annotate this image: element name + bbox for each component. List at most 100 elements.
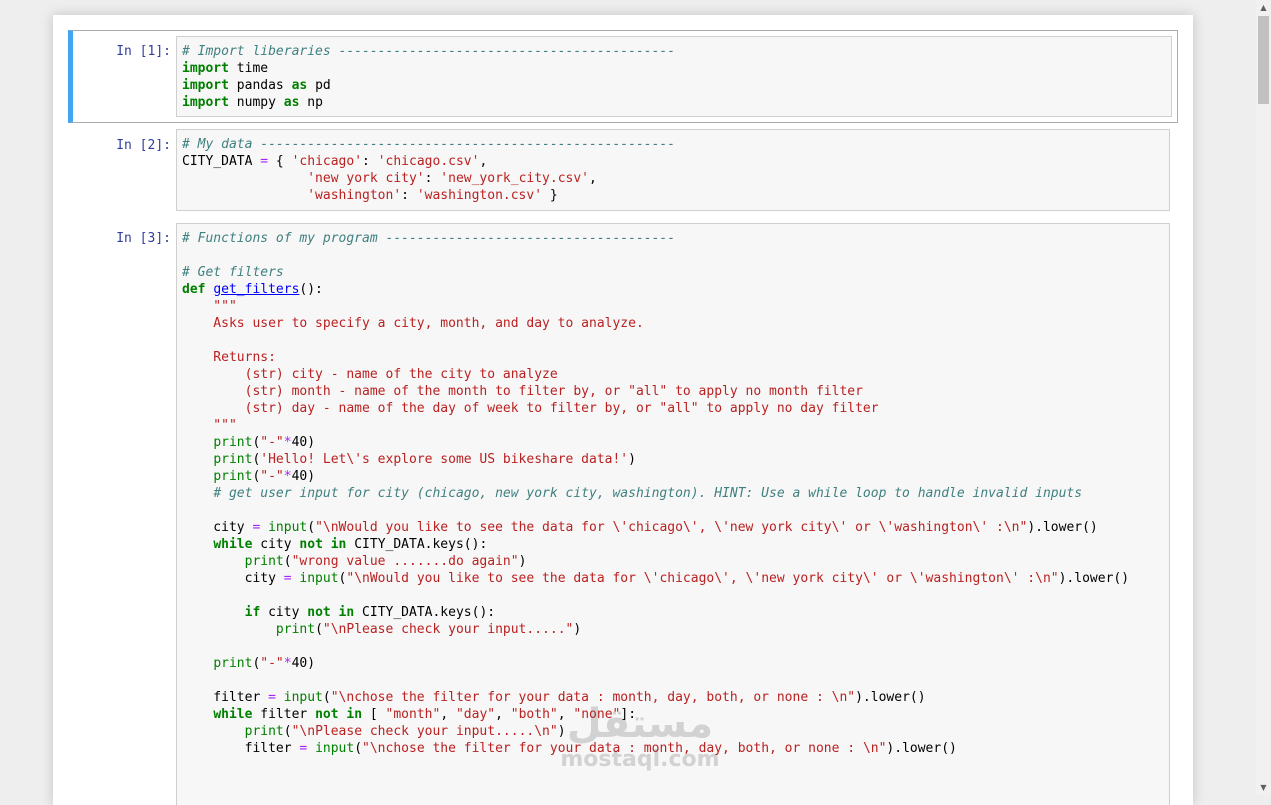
code-line: 'washington': 'washington.csv' } bbox=[182, 187, 1164, 204]
input-prompt: In [1]: bbox=[116, 44, 171, 59]
code-token: CITY_DATA bbox=[182, 154, 261, 169]
code-token: ( bbox=[283, 724, 292, 739]
code-line: import pandas as pd bbox=[182, 77, 1166, 94]
code-token: if bbox=[244, 605, 261, 620]
code-cell-2[interactable]: In [2]: # My data ----------------------… bbox=[68, 128, 1178, 212]
code-token: * bbox=[283, 469, 292, 484]
code-token: print bbox=[213, 435, 253, 450]
code-token: "\nWould you like to see the data for \'… bbox=[315, 520, 1028, 535]
code-token: while bbox=[213, 537, 253, 552]
code-token: ( bbox=[354, 741, 363, 756]
code-line: while city not in CITY_DATA.keys(): bbox=[182, 536, 1164, 553]
scroll-down-arrow-icon[interactable]: ▼ bbox=[1256, 780, 1271, 795]
code-token: (str) month - name of the month to filte… bbox=[182, 384, 863, 399]
scroll-up-arrow-icon[interactable]: ▲ bbox=[1256, 0, 1271, 15]
code-token: ).lower() bbox=[855, 690, 926, 705]
code-token: "-" bbox=[260, 435, 284, 450]
code-cell-3[interactable]: In [3]: # Functions of my program ------… bbox=[68, 222, 1178, 805]
code-token: = bbox=[268, 690, 276, 705]
vertical-scrollbar[interactable]: ▲ ▼ bbox=[1256, 0, 1271, 795]
code-input-area[interactable]: # Import liberaries --------------------… bbox=[176, 36, 1172, 117]
code-token: city bbox=[260, 605, 308, 620]
code-token: = bbox=[283, 571, 292, 586]
code-line: """ bbox=[182, 298, 1164, 315]
code-cell-1[interactable]: In [1]: # Import liberaries ------------… bbox=[68, 30, 1178, 123]
code-token: not in bbox=[315, 707, 363, 722]
code-input-area[interactable]: # Functions of my program --------------… bbox=[176, 223, 1170, 805]
code-line: import numpy as np bbox=[182, 94, 1166, 111]
code-line: print("-"*40) bbox=[182, 434, 1164, 451]
code-token: filter bbox=[252, 707, 316, 722]
code-token: as bbox=[291, 78, 308, 93]
code-editor[interactable]: # Functions of my program --------------… bbox=[182, 230, 1164, 757]
code-line: Asks user to specify a city, month, and … bbox=[182, 315, 1164, 332]
code-token: get_filters bbox=[213, 282, 300, 297]
code-token: ) bbox=[628, 452, 636, 467]
code-line: """ bbox=[182, 417, 1164, 434]
notebook-container: In [1]: # Import liberaries ------------… bbox=[53, 15, 1193, 805]
code-token: as bbox=[283, 95, 300, 110]
code-token: """ bbox=[182, 299, 237, 314]
code-token: print bbox=[213, 452, 253, 467]
code-token: filter bbox=[182, 741, 300, 756]
code-line: print("wrong value .......do again") bbox=[182, 553, 1164, 570]
code-token: not in bbox=[299, 537, 347, 552]
code-token: : bbox=[424, 171, 441, 186]
code-line: if city not in CITY_DATA.keys(): bbox=[182, 604, 1164, 621]
code-token: "-" bbox=[260, 469, 284, 484]
code-token: print bbox=[213, 469, 253, 484]
code-line: print('Hello! Let\'s explore some US bik… bbox=[182, 451, 1164, 468]
code-token: numpy bbox=[228, 95, 284, 110]
code-line: import time bbox=[182, 60, 1166, 77]
code-token: ]: bbox=[620, 707, 637, 722]
code-editor[interactable]: # Import liberaries --------------------… bbox=[182, 43, 1166, 111]
code-line: CITY_DATA = { 'chicago': 'chicago.csv', bbox=[182, 153, 1164, 170]
code-token: np bbox=[299, 95, 323, 110]
code-token: pd bbox=[307, 78, 331, 93]
code-line: while filter not in [ "month", "day", "b… bbox=[182, 706, 1164, 723]
code-line: city = input("\nWould you like to see th… bbox=[182, 570, 1164, 587]
code-input-area[interactable]: # My data ------------------------------… bbox=[176, 129, 1170, 211]
code-token: ) bbox=[573, 622, 582, 637]
code-token: 'new_york_city.csv' bbox=[440, 171, 590, 186]
code-token: # Get filters bbox=[182, 265, 284, 280]
code-token: print bbox=[275, 622, 316, 637]
code-token: 40) bbox=[291, 656, 316, 671]
code-token: * bbox=[283, 656, 292, 671]
code-token: "\nchose the filter for your data : mont… bbox=[362, 741, 887, 756]
code-token: # Import liberaries --------------------… bbox=[182, 44, 676, 59]
code-token: 'chicago.csv' bbox=[377, 154, 480, 169]
code-token: } bbox=[542, 188, 558, 203]
code-editor[interactable]: # My data ------------------------------… bbox=[182, 136, 1164, 204]
code-token: ( bbox=[283, 554, 292, 569]
code-token: 'washington.csv' bbox=[416, 188, 543, 203]
code-token: ( bbox=[307, 520, 316, 535]
code-token: time bbox=[228, 61, 269, 76]
code-line: # Get filters bbox=[182, 264, 1164, 281]
code-token: , bbox=[495, 707, 511, 722]
code-token: import bbox=[182, 78, 229, 93]
code-line: def get_filters(): bbox=[182, 281, 1164, 298]
code-token: [ bbox=[362, 707, 386, 722]
scroll-thumb[interactable] bbox=[1258, 16, 1269, 104]
code-token: city bbox=[252, 537, 300, 552]
code-token: 'Hello! Let\'s explore some US bikeshare… bbox=[260, 452, 629, 467]
code-token: ( bbox=[322, 690, 331, 705]
input-prompt: In [3]: bbox=[116, 231, 171, 246]
code-token: { bbox=[268, 154, 292, 169]
code-line: # My data ------------------------------… bbox=[182, 136, 1164, 153]
code-token: CITY_DATA.keys(): bbox=[354, 605, 496, 620]
code-token: 40) bbox=[291, 469, 316, 484]
